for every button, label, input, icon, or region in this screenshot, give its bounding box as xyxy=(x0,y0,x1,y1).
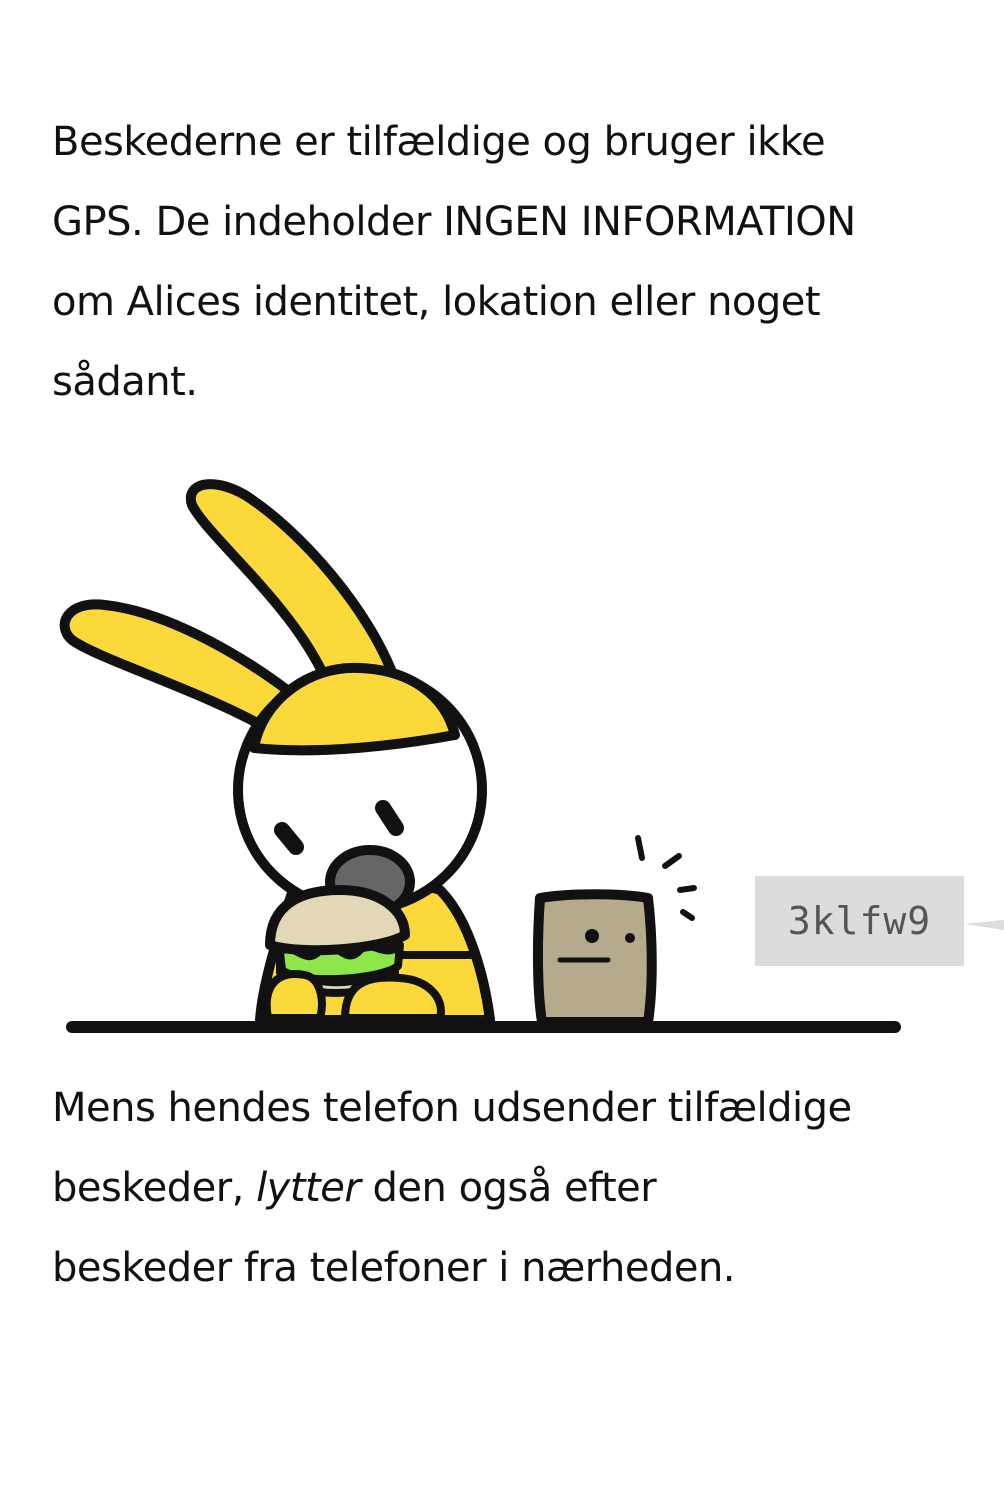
signal-mark xyxy=(635,835,645,861)
message-tail xyxy=(964,920,1004,930)
bunny-hand-right xyxy=(341,973,445,1022)
bunny-eye-left xyxy=(274,822,304,855)
caption-text: beskeder, xyxy=(52,1165,257,1211)
bunny-hood xyxy=(249,662,460,756)
comic-illustration xyxy=(59,479,1004,1033)
caption-text: den også efter xyxy=(360,1165,657,1211)
bunny-hand-left xyxy=(262,970,326,1022)
signal-mark xyxy=(680,909,695,921)
bunny-eye-right xyxy=(375,800,404,836)
bottom-caption-line: beskeder fra telefoner i nærheden. xyxy=(52,1245,736,1291)
top-caption-line: om Alices identitet, lokation eller noge… xyxy=(52,279,821,325)
top-caption-line: Beskederne er tilfældige og bruger ikke xyxy=(52,119,826,165)
signal-mark xyxy=(662,853,682,869)
emphasized-word: lytter xyxy=(256,1165,361,1211)
random-message-tag: 3klfw9 xyxy=(755,876,964,966)
bottom-caption: Mens hendes telefon udsender tilfældige … xyxy=(52,1068,952,1308)
signal-mark xyxy=(677,885,697,893)
bottom-caption-line: beskeder, lytter den også efter xyxy=(52,1148,952,1228)
top-caption-line: GPS. De indeholder INGEN INFORMATION xyxy=(52,199,856,245)
burger-top-bun xyxy=(265,885,410,956)
phone-eye-left xyxy=(585,929,599,943)
top-caption-line: sådant. xyxy=(52,359,198,405)
top-caption: Beskederne er tilfældige og bruger ikke … xyxy=(52,102,952,422)
bottom-caption-line: Mens hendes telefon udsender tilfældige xyxy=(52,1085,852,1131)
phone-eye-right xyxy=(625,933,635,943)
